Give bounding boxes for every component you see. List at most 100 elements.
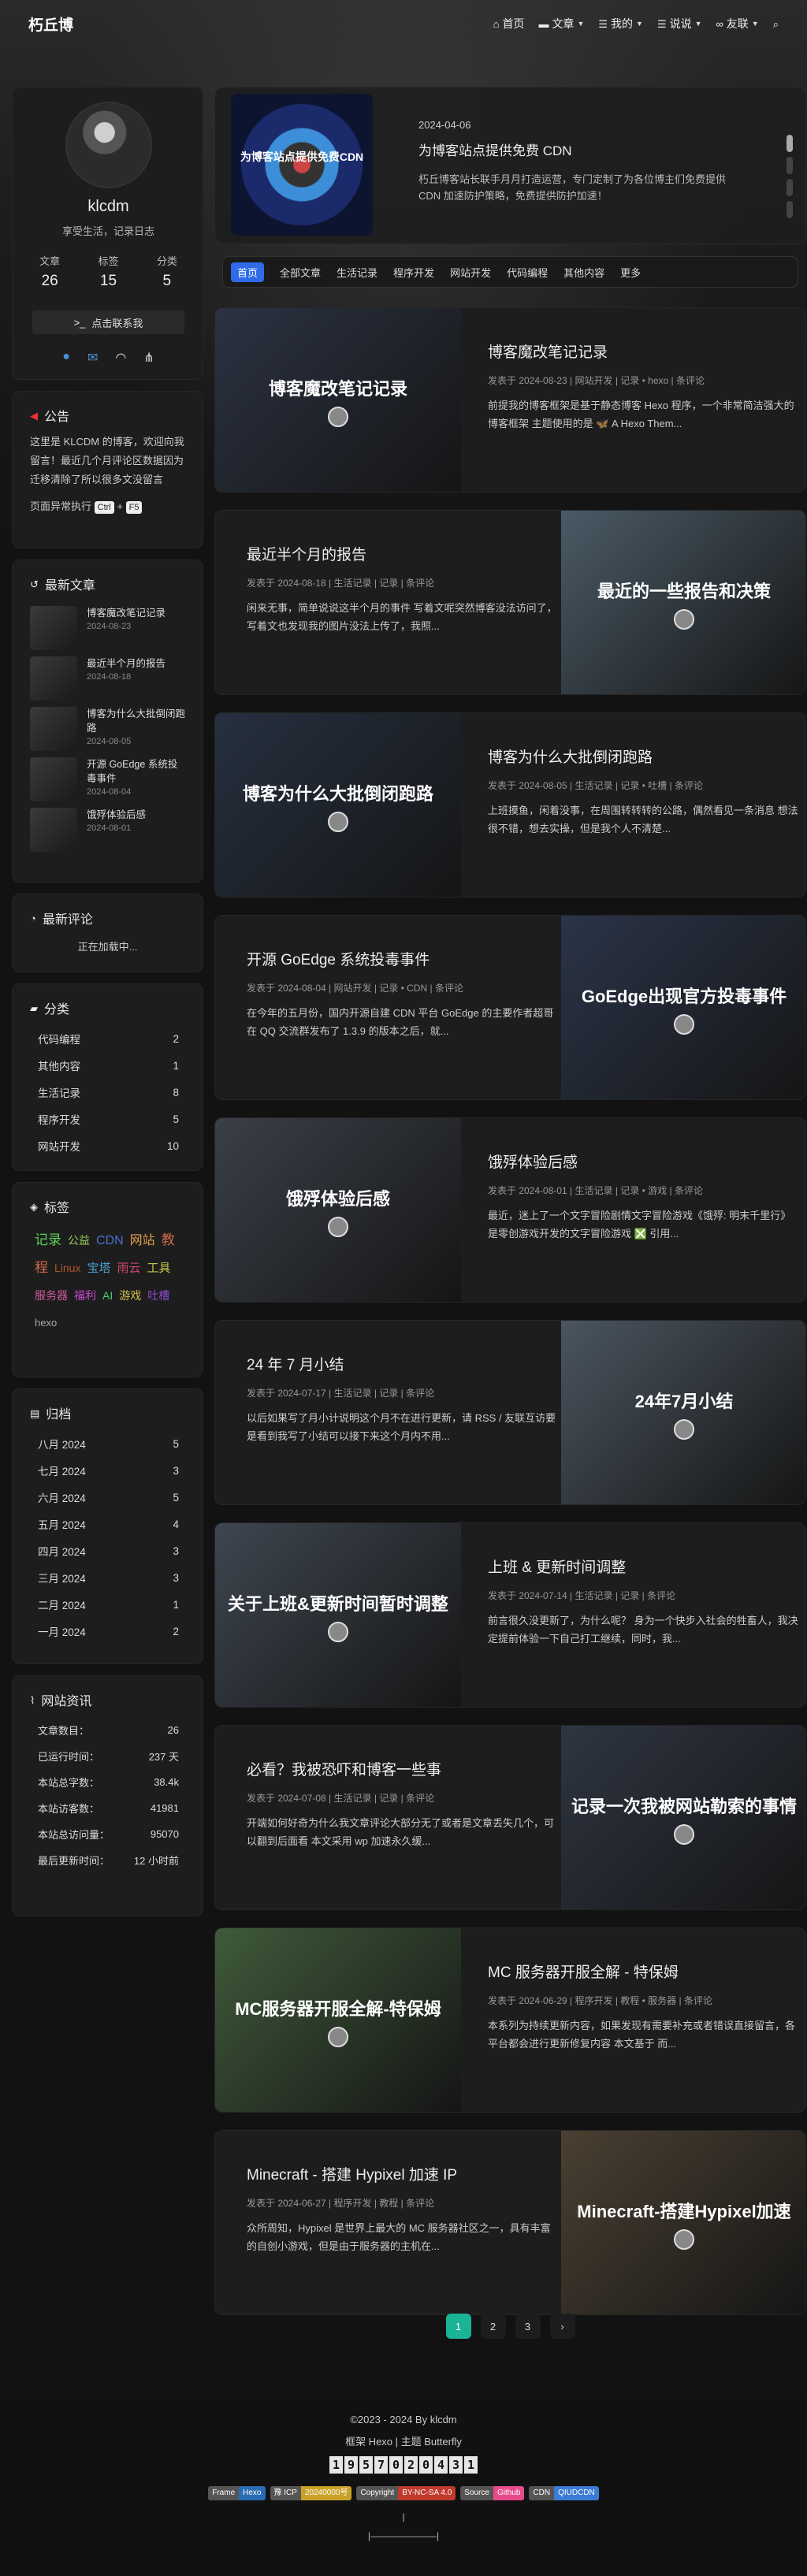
post-cover-image[interactable]: 24年7月小结	[561, 1321, 805, 1504]
archive-item[interactable]: 四月 2024 3	[13, 1537, 203, 1564]
category-item[interactable]: 程序开发 5	[13, 1106, 203, 1132]
tag-link[interactable]: CDN	[96, 1234, 124, 1247]
stat-categories[interactable]: 分类 5	[138, 253, 196, 290]
archive-item[interactable]: 七月 2024 3	[13, 1457, 203, 1484]
recent-post-title[interactable]: 最近半个月的报告	[87, 656, 165, 671]
carousel-dot[interactable]	[787, 157, 793, 174]
footer-badge[interactable]: Frame Hexo	[208, 2486, 266, 2500]
post-card[interactable]: Minecraft-搭建Hypixel加速 Minecraft - 搭建 Hypi…	[214, 2130, 806, 2315]
recent-post-title[interactable]: 博客魔改笔记记录	[87, 606, 165, 620]
category-tab[interactable]: 其他内容	[563, 265, 604, 280]
search-icon[interactable]: ⌕	[773, 19, 779, 29]
rss-icon[interactable]: ◠	[115, 350, 126, 366]
post-title[interactable]: 最近半个月的报告	[247, 545, 558, 566]
category-tab[interactable]: 全部文章	[280, 265, 321, 280]
post-title[interactable]: 24 年 7 月小结	[247, 1355, 558, 1376]
recent-post-title[interactable]: 博客为什么大批倒闭跑路	[87, 707, 185, 735]
post-cover-image[interactable]: 关于上班&更新时间暂时调整	[215, 1523, 461, 1707]
footer-badge[interactable]: 豫 ICP 20240000号	[270, 2486, 352, 2500]
nav-item-3[interactable]: ☰ 说说 ▼	[657, 16, 702, 32]
category-tab[interactable]: 生活记录	[337, 265, 377, 280]
post-cover-image[interactable]: 最近的一些报告和决策	[561, 511, 805, 694]
nav-item-0[interactable]: ⌂ 首页	[493, 16, 525, 32]
recent-post-item[interactable]: 开源 GoEdge 系统投毒事件 2024-08-04	[13, 753, 203, 803]
post-cover-image[interactable]: MC服务器开服全解-特保姆	[215, 1928, 461, 2112]
post-card[interactable]: 24年7月小结 24 年 7 月小结 发表于 2024-07-17 | 生活记录 |…	[214, 1320, 806, 1505]
github-icon[interactable]: ●	[62, 350, 70, 366]
recent-post-item[interactable]: 博客魔改笔记记录 2024-08-23	[13, 601, 203, 652]
recent-post-title[interactable]: 开源 GoEdge 系统投毒事件	[87, 757, 185, 786]
stat-articles[interactable]: 文章 26	[20, 253, 79, 290]
post-title[interactable]: 必看？我被恐吓和博客一些事	[247, 1760, 558, 1781]
post-title[interactable]: 上班 & 更新时间调整	[488, 1558, 799, 1578]
recent-post-title[interactable]: 饿殍体验后感	[87, 808, 146, 822]
category-item[interactable]: 网站开发 10	[13, 1132, 203, 1159]
tag-link[interactable]: 工具	[147, 1262, 171, 1275]
nav-item-2[interactable]: ☰ 我的 ▼	[598, 16, 643, 32]
category-tab[interactable]: 更多	[620, 265, 641, 280]
tag-link[interactable]: 服务器	[35, 1289, 68, 1302]
email-icon[interactable]: ✉	[87, 350, 98, 366]
post-title[interactable]: Minecraft - 搭建 Hypixel 加速 IP	[247, 2165, 558, 2186]
tag-link[interactable]: 游戏	[119, 1289, 141, 1302]
nav-item-4[interactable]: ∞ 友联 ▼	[716, 16, 759, 32]
tag-link[interactable]: 公益	[68, 1234, 90, 1247]
tag-link[interactable]: 吐槽	[147, 1289, 169, 1302]
archive-item[interactable]: 一月 2024 2	[13, 1618, 203, 1645]
recent-post-thumbnail[interactable]	[30, 656, 77, 701]
next-page-button[interactable]: ›	[549, 2314, 575, 2339]
post-title[interactable]: 博客为什么大批倒闭跑路	[488, 748, 799, 768]
page-number[interactable]: 1	[445, 2314, 471, 2339]
recent-post-thumbnail[interactable]	[30, 808, 77, 852]
post-cover-image[interactable]: 博客为什么大批倒闭跑路	[215, 713, 461, 897]
category-tab[interactable]: 首页	[231, 262, 265, 282]
page-number[interactable]: 2	[480, 2314, 506, 2339]
recent-post-item[interactable]: 最近半个月的报告 2024-08-18	[13, 652, 203, 702]
tag-link[interactable]: hexo	[35, 1317, 57, 1329]
tag-link[interactable]: 网站	[130, 1234, 155, 1247]
carousel-dot[interactable]	[787, 179, 793, 196]
post-card[interactable]: 饿殍体验后感 饿殍体验后感 发表于 2024-08-01 | 生活记录 | 记录 •…	[214, 1117, 806, 1303]
recent-post-item[interactable]: 博客为什么大批倒闭跑路 2024-08-05	[13, 702, 203, 753]
tag-link[interactable]: 记录	[35, 1232, 61, 1247]
tag-link[interactable]: 雨云	[117, 1262, 140, 1275]
post-cover-image[interactable]: 饿殍体验后感	[215, 1118, 461, 1302]
post-title[interactable]: 饿殍体验后感	[488, 1153, 799, 1173]
post-card[interactable]: 关于上班&更新时间暂时调整 上班 & 更新时间调整 发表于 2024-07-14 |…	[214, 1522, 806, 1708]
category-tab[interactable]: 网站开发	[450, 265, 491, 280]
archive-item[interactable]: 二月 2024 1	[13, 1591, 203, 1618]
post-card[interactable]: MC服务器开服全解-特保姆 MC 服务器开服全解 - 特保姆 发表于 2024-06…	[214, 1927, 806, 2113]
archive-item[interactable]: 五月 2024 4	[13, 1511, 203, 1537]
category-item[interactable]: 其他内容 1	[13, 1052, 203, 1079]
category-tab[interactable]: 程序开发	[393, 265, 434, 280]
nav-item-1[interactable]: ▬ 文章 ▼	[538, 16, 584, 32]
page-number[interactable]: 3	[515, 2314, 541, 2339]
recent-post-item[interactable]: 饿殍体验后感 2024-08-01	[13, 803, 203, 853]
archive-item[interactable]: 三月 2024 3	[13, 1564, 203, 1591]
archive-item[interactable]: 六月 2024 5	[13, 1484, 203, 1511]
tag-link[interactable]: 福利	[74, 1289, 96, 1302]
recent-post-thumbnail[interactable]	[30, 757, 77, 801]
post-card[interactable]: 博客魔改笔记记录 博客魔改笔记记录 发表于 2024-08-23 | 网站开发 | …	[214, 307, 806, 493]
tag-link[interactable]: AI	[102, 1289, 113, 1302]
contact-button[interactable]: >_ 点击联系我	[32, 310, 184, 334]
tag-link[interactable]: Linux	[54, 1262, 80, 1274]
post-card[interactable]: GoEdge出现官方投毒事件 开源 GoEdge 系统投毒事件 发表于 2024-0…	[214, 915, 806, 1100]
recent-post-thumbnail[interactable]	[30, 606, 77, 650]
post-cover-image[interactable]: 记录一次我被网站勒索的事情	[561, 1726, 805, 1909]
post-card[interactable]: 最近的一些报告和决策 最近半个月的报告 发表于 2024-08-18 | 生活记录 …	[214, 510, 806, 695]
recent-post-thumbnail[interactable]	[30, 707, 77, 751]
archive-item[interactable]: 八月 2024 5	[13, 1430, 203, 1457]
site-name[interactable]: 朽丘博	[28, 13, 73, 35]
stat-tags[interactable]: 标签 15	[79, 253, 137, 290]
carousel-dot[interactable]	[787, 135, 793, 152]
sitemap-icon[interactable]: ⋔	[143, 350, 154, 366]
featured-post-image[interactable]: 为博客站点提供免费CDN	[231, 94, 373, 236]
post-cover-image[interactable]: Minecraft-搭建Hypixel加速	[561, 2131, 805, 2314]
post-title[interactable]: MC 服务器开服全解 - 特保姆	[488, 1963, 799, 1983]
featured-post[interactable]: 为博客站点提供免费CDN 2024-04-06 为博客站点提供免费 CDN 朽丘…	[214, 87, 806, 244]
category-item[interactable]: 生活记录 8	[13, 1079, 203, 1106]
post-card[interactable]: 博客为什么大批倒闭跑路 博客为什么大批倒闭跑路 发表于 2024-08-05 | 生…	[214, 712, 806, 898]
post-cover-image[interactable]: GoEdge出现官方投毒事件	[561, 916, 805, 1099]
carousel-dot[interactable]	[787, 201, 793, 218]
